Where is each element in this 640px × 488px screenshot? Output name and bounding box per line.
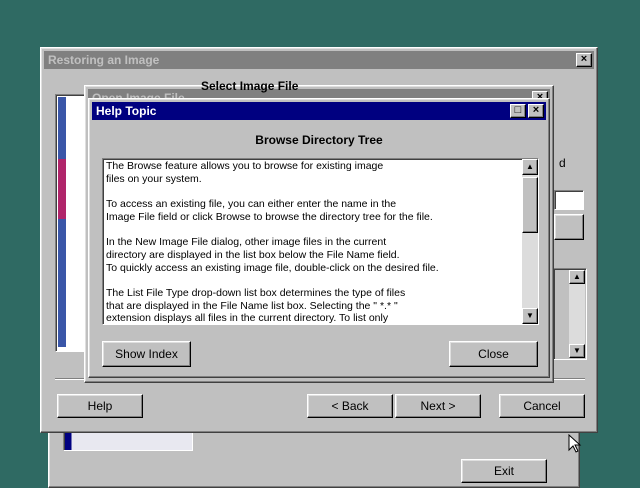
help-heading: Browse Directory Tree — [255, 133, 383, 147]
wizard-partial-label: d — [559, 156, 566, 170]
graphic-stripe-blue-lower — [58, 219, 66, 347]
help-title-bar: Help Topic □ × — [92, 102, 546, 120]
help-line: extension displays all files in the curr… — [106, 312, 389, 325]
help-line: The Browse feature allows you to browse … — [106, 160, 384, 172]
wizard-title-bar: Restoring an Image × — [44, 51, 594, 69]
help-line: In the New Image File dialog, other imag… — [106, 236, 387, 249]
graphic-stripe-magenta — [58, 159, 66, 219]
scroll-up-icon[interactable]: ▲ — [522, 159, 538, 175]
wizard-partial-button[interactable] — [554, 214, 584, 240]
wizard-close-icon[interactable]: × — [576, 53, 592, 67]
scroll-down-icon[interactable]: ▼ — [522, 308, 538, 324]
back-button[interactable]: < Back — [307, 394, 393, 418]
back-button-label: < Back — [331, 399, 369, 413]
help-line: The List File Type drop-down list box de… — [106, 286, 406, 299]
open-dialog-heading: Select Image File — [201, 79, 299, 93]
cancel-button-label: Cancel — [523, 399, 561, 413]
wizard-side-graphic — [55, 94, 85, 352]
wizard-partial-field[interactable] — [554, 190, 584, 210]
cancel-button[interactable]: Cancel — [499, 394, 585, 418]
mouse-pointer-icon — [568, 434, 582, 453]
help-paragraph: The List File Type drop-down list box de… — [106, 286, 520, 325]
help-line: Image File field or click Browse to brow… — [106, 210, 433, 223]
partial-scroll-up-icon[interactable]: ▲ — [569, 270, 585, 284]
partial-scroll-down-icon[interactable]: ▼ — [569, 344, 585, 358]
maximize-icon[interactable]: □ — [510, 104, 526, 118]
help-button[interactable]: Help — [57, 394, 143, 418]
next-button-label: Next > — [420, 399, 456, 413]
wizard-title: Restoring an Image — [48, 53, 160, 67]
wizard-partial-list: ▲ ▼ — [553, 268, 587, 360]
close-button[interactable]: Close — [449, 341, 538, 367]
help-paragraph: To access an existing file, you can eith… — [106, 198, 520, 223]
help-button-label: Help — [87, 399, 113, 413]
scroll-thumb[interactable] — [522, 177, 538, 233]
help-topic-dialog: Help Topic □ × Browse Directory Tree The… — [88, 98, 550, 378]
help-title: Help Topic — [96, 104, 157, 118]
show-index-label: Show Index — [115, 347, 178, 361]
close-button-label: Close — [478, 347, 509, 361]
help-line: that are displayed in the File Name list… — [106, 299, 398, 312]
help-text-content: The Browse feature allows you to browse … — [106, 160, 520, 325]
show-index-button[interactable]: Show Index — [102, 341, 191, 367]
help-text-box[interactable]: The Browse feature allows you to browse … — [102, 158, 539, 325]
help-line: files on your system. — [106, 172, 202, 185]
help-line: To quickly access an existing image file… — [106, 261, 439, 274]
exit-button[interactable]: Exit — [461, 459, 547, 483]
partial-scrollbar[interactable]: ▲ ▼ — [569, 270, 585, 358]
graphic-stripe-blue — [58, 97, 66, 159]
help-scrollbar[interactable]: ▲ ▼ — [522, 159, 538, 324]
help-line: directory are displayed in the list box … — [106, 248, 400, 261]
exit-button-label: Exit — [493, 464, 514, 478]
help-line: To access an existing file, you can eith… — [106, 198, 397, 211]
next-button[interactable]: Next > — [395, 394, 481, 418]
help-paragraph: The Browse feature allows you to browse … — [106, 160, 520, 185]
help-close-icon[interactable]: × — [528, 104, 544, 118]
help-paragraph: In the New Image File dialog, other imag… — [106, 236, 520, 274]
